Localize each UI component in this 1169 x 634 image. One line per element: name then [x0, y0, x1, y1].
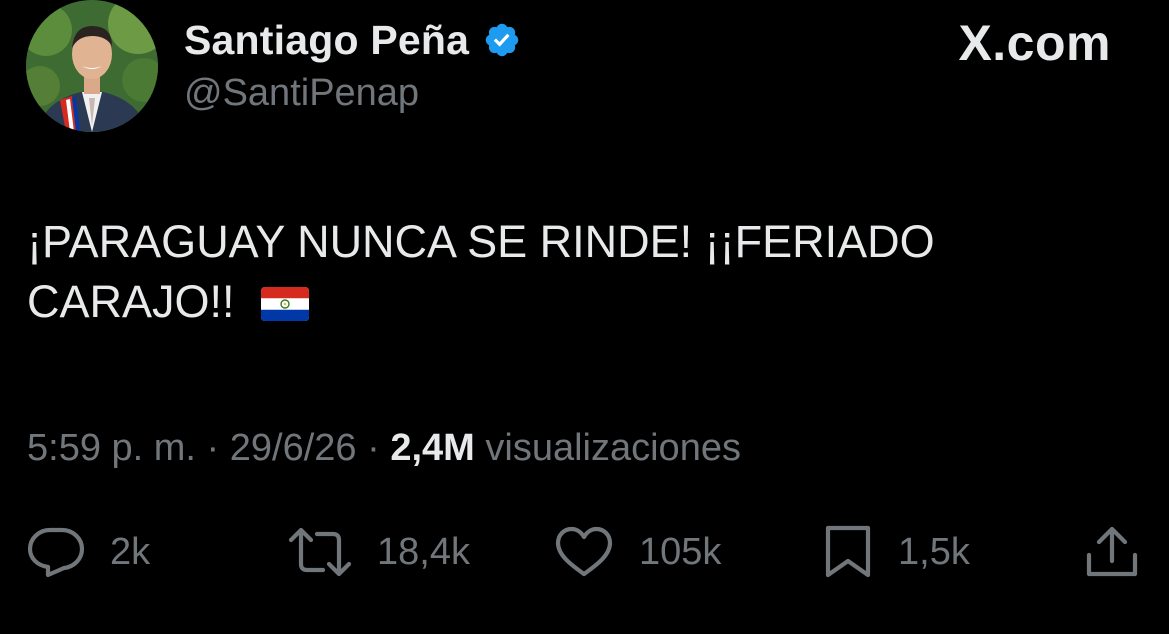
author-name-row: Santiago Peña [184, 14, 521, 66]
tweet-text: ¡PARAGUAY NUNCA SE RINDE! ¡¡FERIADO CARA… [27, 212, 1027, 332]
action-bar: 2k 18,4k 105k 1,5k [0, 522, 1169, 582]
avatar[interactable] [26, 0, 158, 132]
repost-button[interactable]: 18,4k [287, 522, 470, 582]
views-count[interactable]: 2,4M [390, 427, 474, 469]
avatar-photo [26, 0, 158, 132]
author-name[interactable]: Santiago Peña [184, 17, 469, 64]
bookmark-count: 1,5k [898, 530, 970, 573]
verified-badge-icon [485, 23, 519, 57]
reply-button[interactable]: 2k [26, 522, 150, 582]
tweet-meta: 5:59 p. m. · 29/6/26 · 2,4M visualizacio… [27, 424, 741, 472]
tweet-text-line-2-wrapper: CARAJO!! [27, 272, 1027, 332]
repost-count: 18,4k [377, 530, 470, 573]
share-icon [1086, 526, 1138, 577]
views-label[interactable]: visualizaciones [485, 427, 741, 469]
meta-separator: · [367, 427, 380, 469]
like-count: 105k [639, 530, 722, 573]
like-button[interactable]: 105k [553, 522, 721, 582]
bookmark-icon [825, 525, 871, 578]
tweet-date[interactable]: 29/6/26 [230, 427, 357, 469]
x-com-logo: X.com [958, 15, 1111, 71]
share-button[interactable] [1084, 522, 1140, 582]
tweet-text-line-1: ¡PARAGUAY NUNCA SE RINDE! ¡¡FERIADO [27, 216, 935, 267]
reply-count: 2k [110, 530, 151, 573]
bookmark-button[interactable]: 1,5k [822, 522, 970, 582]
reply-icon [27, 527, 85, 578]
author-handle[interactable]: @SantiPenap [184, 72, 419, 115]
heart-icon [555, 526, 613, 577]
tweet-text-line-2: CARAJO!! [27, 276, 235, 327]
repost-icon [288, 527, 352, 577]
meta-separator: · [206, 427, 220, 469]
tweet-time[interactable]: 5:59 p. m. [27, 427, 196, 469]
paraguay-flag-emoji [261, 287, 310, 321]
